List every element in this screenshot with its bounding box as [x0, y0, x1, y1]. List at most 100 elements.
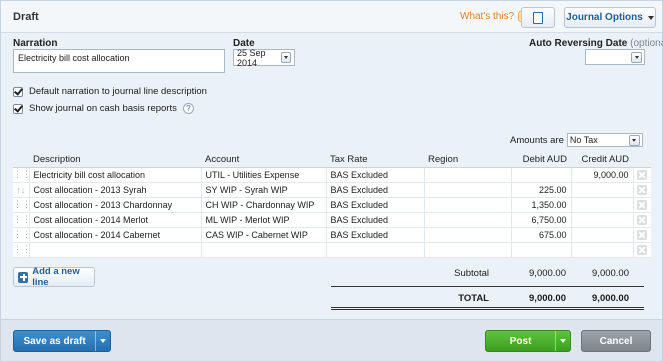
tax-rate-cell[interactable]: BAS Excluded [326, 182, 425, 198]
table-row: ⋮⋮ Cost allocation - 2014 Merlot ML WIP … [13, 212, 651, 228]
account-cell[interactable]: UTIL - Utilities Expense [201, 167, 327, 183]
cash-basis-checkbox[interactable] [13, 103, 23, 114]
close-icon [637, 169, 648, 180]
narration-value: Electricity bill cost allocation [18, 53, 130, 63]
default-narration-option[interactable]: Default narration to journal line descri… [13, 86, 207, 97]
account-cell[interactable]: SY WIP - Syrah WIP [201, 182, 327, 198]
cash-basis-label: Show journal on cash basis reports [29, 103, 177, 114]
total-credit: 9,000.00 [592, 293, 629, 304]
credit-cell[interactable] [571, 227, 634, 243]
cash-basis-option[interactable]: Show journal on cash basis reports ? [13, 103, 194, 114]
amounts-are-select[interactable]: No Tax [566, 133, 643, 147]
save-as-draft-label[interactable]: Save as draft [14, 331, 95, 351]
drag-handle-icon[interactable]: ↑↓ [13, 182, 30, 198]
tax-rate-cell[interactable]: BAS Excluded [326, 227, 425, 243]
close-icon [637, 199, 648, 210]
auto-reversing-date-input[interactable] [585, 49, 645, 65]
help-icon[interactable]: ? [182, 103, 194, 114]
handle-header [13, 153, 29, 168]
total-debit: 9,000.00 [529, 293, 566, 304]
subtotal-credit: 9,000.00 [592, 268, 629, 279]
tax-rate-cell[interactable] [326, 242, 425, 258]
post-options-dropdown[interactable] [555, 331, 570, 351]
close-icon [637, 229, 648, 240]
default-narration-checkbox[interactable] [13, 86, 23, 97]
auto-reversing-title: Auto Reversing Date [529, 38, 628, 49]
plus-icon [18, 271, 29, 283]
total-rule-double [331, 309, 644, 310]
account-cell[interactable]: ML WIP - Merlot WIP [201, 212, 327, 228]
region-cell[interactable] [424, 182, 512, 198]
delete-row-button[interactable] [633, 227, 651, 243]
region-cell[interactable] [424, 242, 512, 258]
description-cell[interactable]: Cost allocation - 2013 Syrah [29, 182, 202, 198]
drag-handle-icon[interactable]: ⋮⋮ [13, 242, 30, 258]
journal-options-button[interactable]: Journal Options [564, 7, 656, 28]
delete-row-button[interactable] [633, 182, 651, 198]
delete-row-button[interactable] [633, 242, 651, 258]
debit-cell[interactable]: 1,350.00 [511, 197, 572, 213]
save-options-dropdown[interactable] [95, 331, 110, 351]
save-as-draft-button[interactable]: Save as draft [13, 330, 111, 352]
total-label: TOTAL [458, 293, 489, 304]
description-header: Description [29, 153, 201, 168]
narration-input[interactable]: Electricity bill cost allocation [13, 49, 225, 73]
table-row: ⋮⋮ [13, 242, 651, 258]
drag-handle-icon[interactable]: ⋮⋮ [13, 197, 30, 213]
auto-reversing-dropdown-button[interactable] [631, 51, 642, 63]
account-cell[interactable] [201, 242, 327, 258]
debit-cell[interactable]: 675.00 [511, 227, 572, 243]
chevron-down-icon [100, 339, 107, 343]
description-cell[interactable]: Cost allocation - 2014 Merlot [29, 212, 202, 228]
amounts-dropdown-button[interactable] [628, 134, 640, 146]
description-cell[interactable]: Electricity bill cost allocation [29, 167, 202, 183]
credit-cell[interactable] [571, 212, 634, 228]
copy-journal-button[interactable] [521, 7, 555, 28]
tax-rate-cell[interactable]: BAS Excluded [326, 197, 425, 213]
post-label[interactable]: Post [486, 331, 555, 351]
delete-row-button[interactable] [633, 212, 651, 228]
drag-handle-icon[interactable]: ⋮⋮ [13, 167, 30, 183]
account-cell[interactable]: CAS WIP - Cabernet WIP [201, 227, 327, 243]
credit-cell[interactable] [571, 182, 634, 198]
whats-this-label[interactable]: What's this? [460, 11, 514, 22]
credit-cell[interactable] [571, 242, 634, 258]
tax-rate-cell[interactable]: BAS Excluded [326, 167, 425, 183]
region-cell[interactable] [424, 227, 512, 243]
add-new-line-button[interactable]: Add a new line [13, 266, 95, 288]
tax-rate-cell[interactable]: BAS Excluded [326, 212, 425, 228]
region-cell[interactable] [424, 197, 512, 213]
date-value: 25 Sep 2014 [237, 47, 266, 68]
description-cell[interactable]: Cost allocation - 2013 Chardonnay [29, 197, 202, 213]
date-input[interactable]: 25 Sep 2014 [233, 47, 295, 68]
default-narration-label: Default narration to journal line descri… [29, 86, 207, 97]
debit-cell[interactable]: 6,750.00 [511, 212, 572, 228]
description-cell[interactable] [29, 242, 202, 258]
total-rule-bottom [331, 307, 644, 308]
delete-row-button[interactable] [633, 197, 651, 213]
region-cell[interactable] [424, 212, 512, 228]
delete-row-button[interactable] [633, 167, 651, 183]
region-cell[interactable] [424, 167, 512, 183]
narration-label: Narration [13, 38, 58, 49]
account-cell[interactable]: CH WIP - Chardonnay WIP [201, 197, 327, 213]
chevron-down-icon [284, 56, 289, 59]
debit-cell[interactable]: 225.00 [511, 182, 572, 198]
cancel-button[interactable]: Cancel [581, 330, 651, 352]
credit-cell[interactable] [571, 197, 634, 213]
post-button[interactable]: Post [485, 330, 571, 352]
page-title: Draft [13, 11, 39, 23]
drag-handle-icon[interactable]: ⋮⋮ [13, 212, 30, 228]
amounts-are-control: Amounts are No Tax [510, 133, 643, 147]
debit-cell[interactable] [511, 167, 572, 183]
subtotal-label: Subtotal [454, 268, 489, 279]
debit-cell[interactable] [511, 242, 572, 258]
drag-handle-icon[interactable]: ⋮⋮ [13, 227, 30, 243]
date-dropdown-button[interactable] [281, 52, 291, 63]
journal-lines-table: Description Account Tax Rate Region Debi… [13, 153, 651, 258]
credit-header: Credit AUD [571, 153, 633, 168]
credit-cell[interactable]: 9,000.00 [571, 167, 634, 183]
close-icon [637, 184, 648, 195]
action-footer: Save as draft Post Cancel [1, 319, 662, 361]
description-cell[interactable]: Cost allocation - 2014 Cabernet [29, 227, 202, 243]
